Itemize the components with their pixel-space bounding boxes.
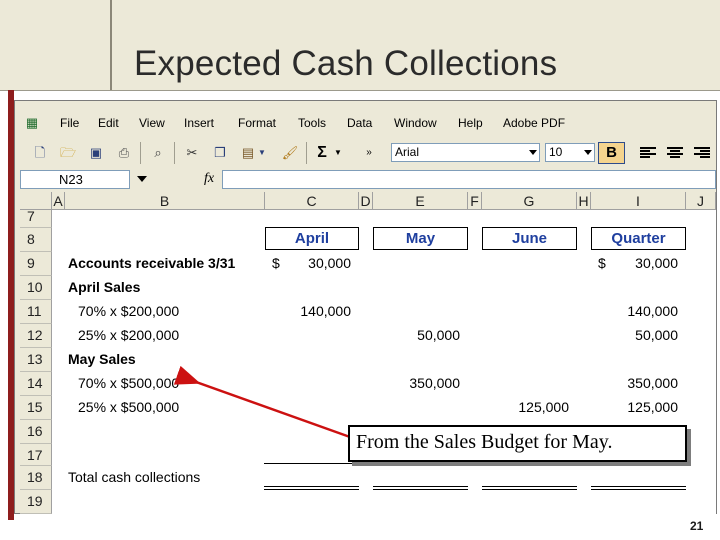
callout-box: From the Sales Budget for May. xyxy=(348,425,687,462)
arrow-line xyxy=(173,365,351,439)
page-number: 21 xyxy=(690,519,704,533)
